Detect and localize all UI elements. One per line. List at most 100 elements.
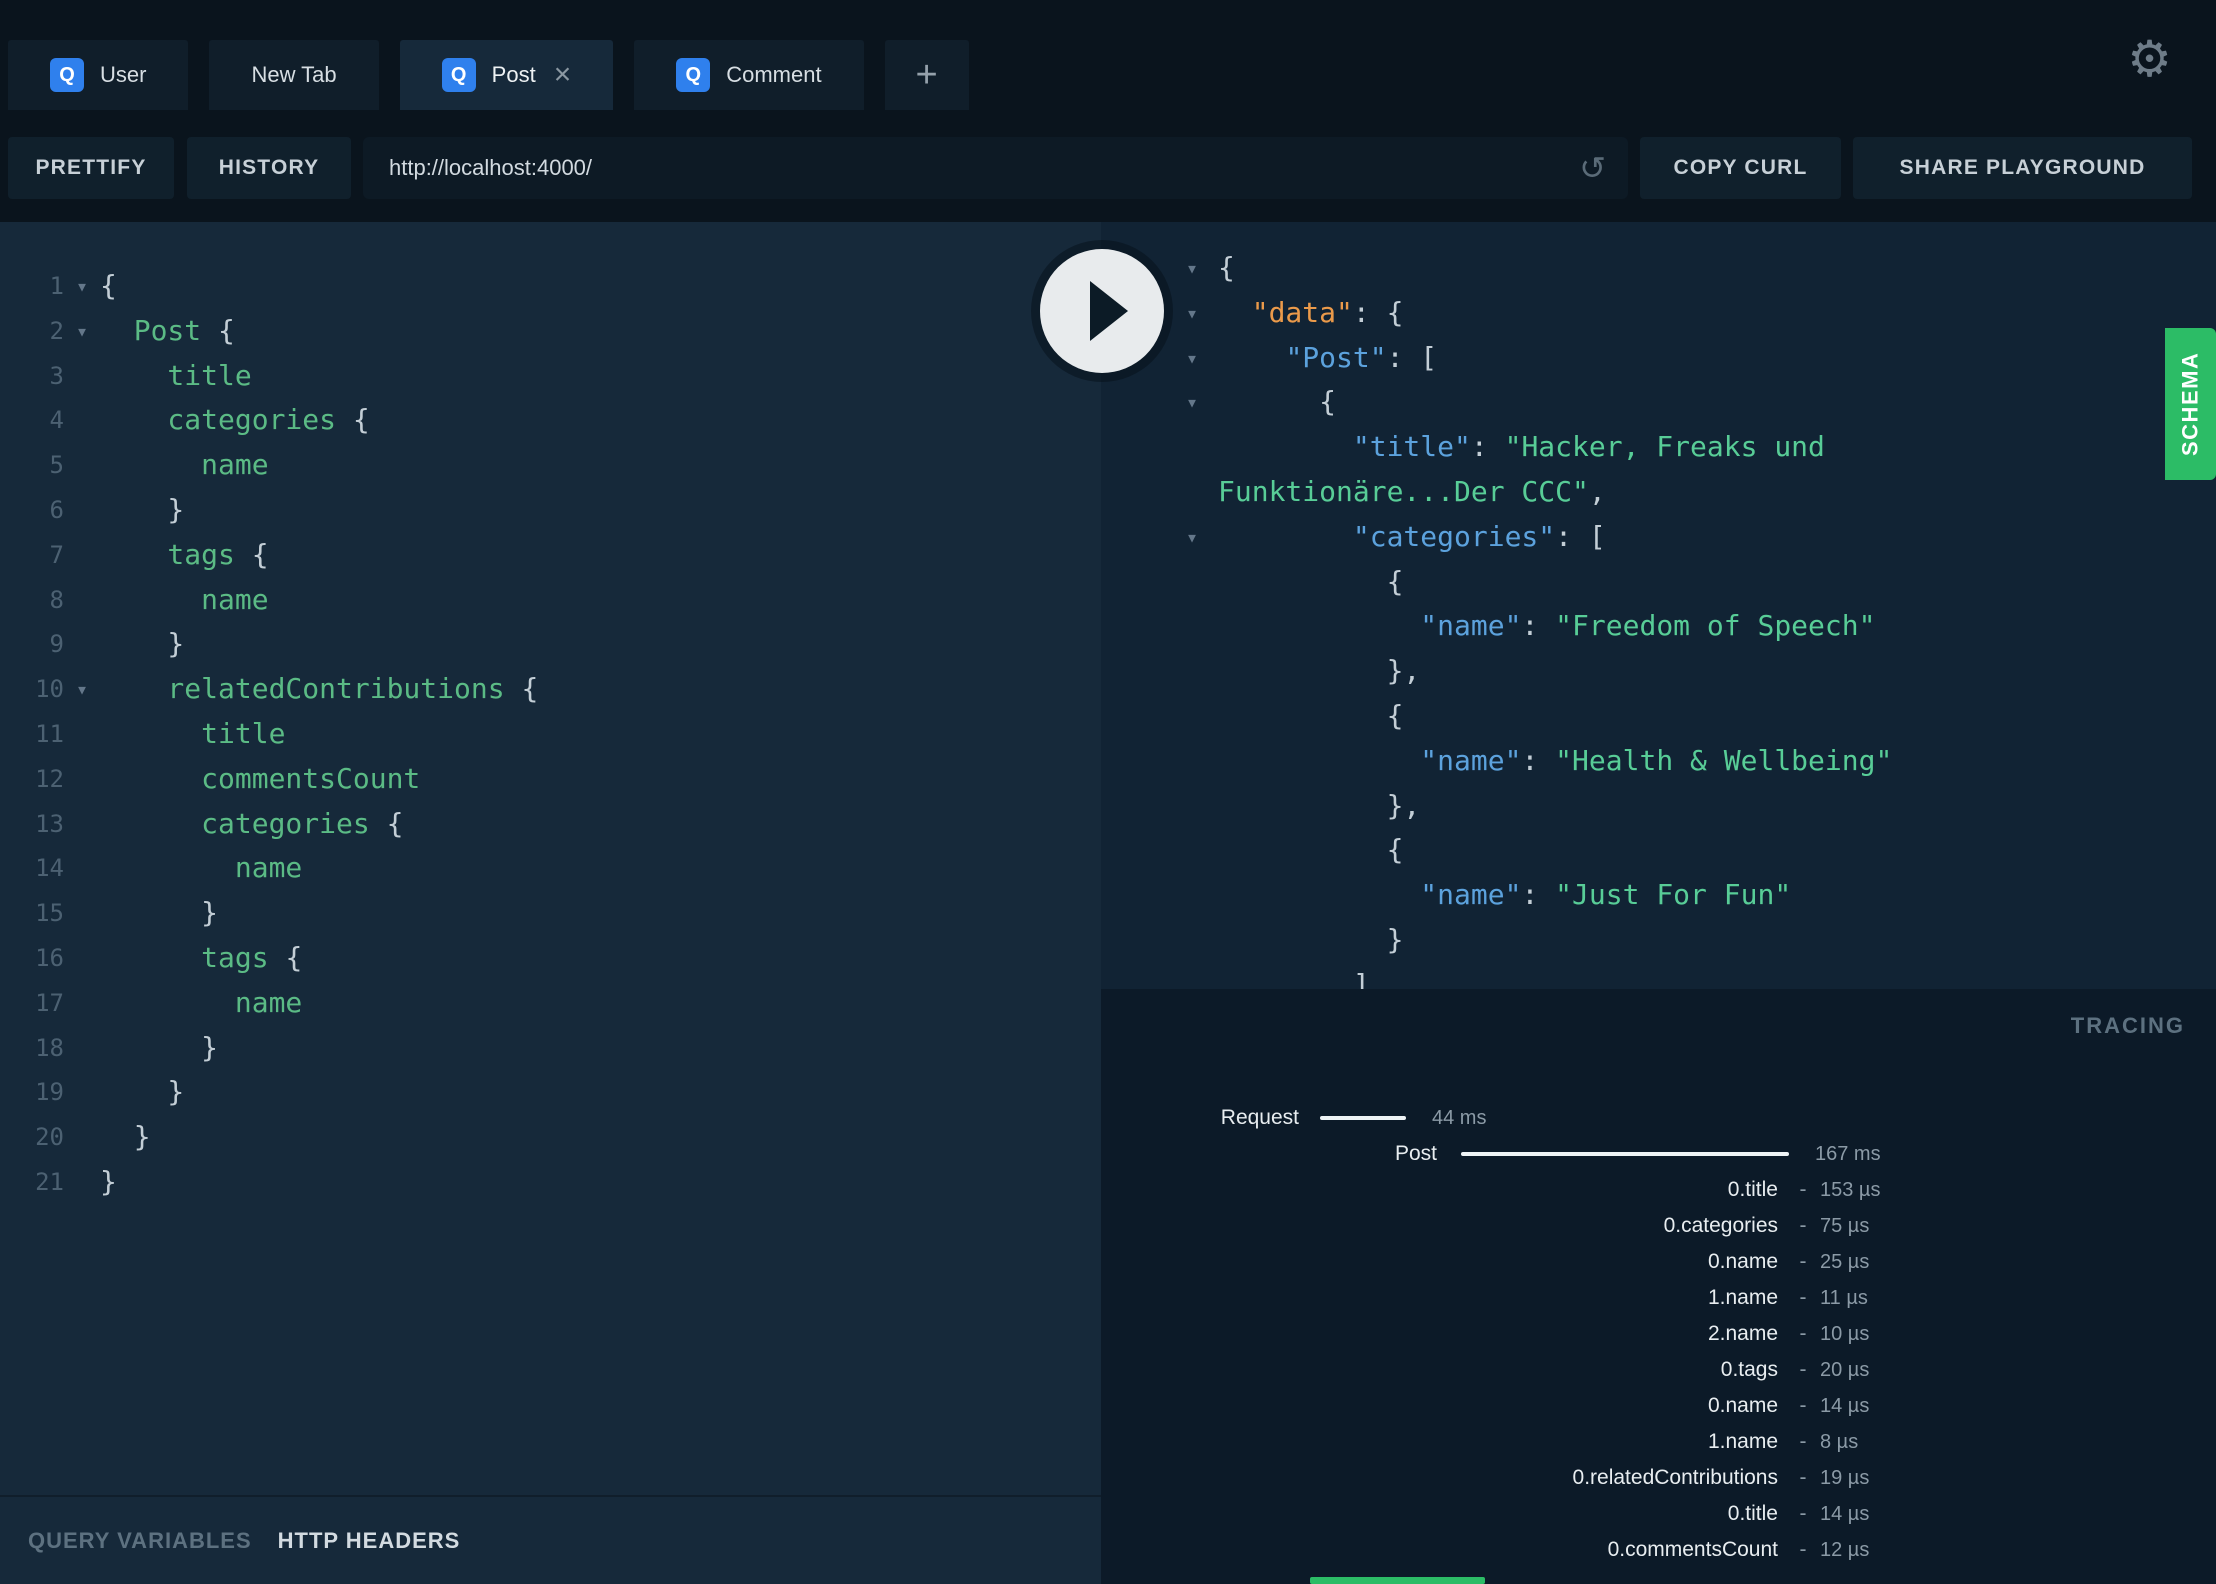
tracing-dash: - (1799, 1538, 1807, 1561)
tracing-time: 75 µs (1820, 1215, 1870, 1237)
tracing-label: 1.name (1707, 1430, 1778, 1453)
query-editor-line: 15 } (0, 891, 1101, 936)
tracing-time: 14 µs (1820, 1395, 1870, 1417)
response-line: Funktionäre...Der CCC", (1101, 470, 2216, 515)
share-playground-button[interactable]: SHARE PLAYGROUND (1853, 137, 2192, 199)
fold-arrow-icon[interactable]: ▾ (1186, 515, 1218, 560)
tracing-label: Post (1394, 1142, 1437, 1165)
tracing-row: 1.name -8 µs (1101, 1424, 2216, 1460)
query-editor-line: 1 ▾{ (0, 264, 1101, 309)
tracing-label: 0.title (1727, 1502, 1778, 1525)
response-line: "name": "Health & Wellbeing" (1101, 739, 2216, 784)
line-number: 2 (49, 316, 64, 345)
tab-label: New Tab (251, 62, 337, 87)
line-number: 17 (35, 988, 64, 1017)
code-text: "categories": [ (1352, 519, 1606, 553)
endpoint-url-bar: ↺ (363, 137, 1628, 199)
response-line: ▾ "categories": [ (1101, 515, 2216, 560)
tracing-row: Request 44 ms (1101, 1100, 2216, 1136)
line-number: 20 (35, 1123, 64, 1152)
line-number: 18 (35, 1033, 64, 1062)
code-text: } (100, 492, 185, 526)
line-number: 3 (49, 361, 64, 390)
tracing-time: 10 µs (1820, 1323, 1870, 1345)
tracing-row: 0.title -14 µs (1101, 1496, 2216, 1532)
code-text: { (100, 269, 117, 302)
line-number: 21 (35, 1167, 64, 1196)
tracing-row: Post 167 ms (1101, 1136, 2216, 1172)
query-editor[interactable]: 1 ▾{2 ▾ Post {3 title 4 categories {5 name 6… (0, 222, 1101, 1495)
fold-arrow-icon[interactable]: ▾ (1186, 336, 1218, 381)
tracing-label: 0.title (1727, 1178, 1778, 1201)
tracing-header[interactable]: TRACING (2071, 1013, 2185, 1039)
fold-arrow-icon[interactable]: ▾ (64, 264, 100, 309)
query-editor-line: 10 ▾ relatedContributions { (0, 667, 1101, 712)
new-tab-button[interactable]: + (884, 40, 969, 110)
tab-comment[interactable]: Q Comment (634, 40, 864, 110)
code-text: "name": "Just For Fun" (1420, 878, 1792, 912)
tab-new-tab[interactable]: New Tab (209, 40, 379, 110)
query-editor-line: 4 categories { (0, 398, 1101, 443)
code-text: name (100, 582, 269, 616)
fold-arrow-icon[interactable]: ▾ (64, 667, 100, 712)
query-badge-icon: Q (50, 58, 84, 92)
tracing-time: 25 µs (1820, 1251, 1870, 1273)
tracing-label: 0.name (1707, 1250, 1778, 1273)
tracing-label: 2.name (1707, 1322, 1778, 1345)
tracing-label: 0.tags (1720, 1358, 1778, 1381)
response-line: ▾{ (1101, 246, 2216, 291)
tracing-panel: TRACING Request 44 ms Post 167 ms 0.title -15… (1101, 989, 2216, 1584)
tab-user[interactable]: Q User (8, 40, 189, 110)
history-button[interactable]: HISTORY (187, 137, 351, 199)
tracing-time: 14 µs (1820, 1503, 1870, 1525)
code-text: "name": "Freedom of Speech" (1420, 609, 1876, 643)
query-badge-icon: Q (676, 58, 711, 92)
query-editor-line: 2 ▾ Post { (0, 309, 1101, 354)
fold-arrow-icon[interactable]: ▾ (1186, 291, 1218, 336)
line-number: 19 (35, 1078, 64, 1107)
query-editor-line: 6 } (0, 488, 1101, 533)
line-number: 10 (35, 675, 64, 704)
reload-icon[interactable]: ↺ (1579, 149, 1606, 187)
query-editor-line: 21} (0, 1160, 1101, 1205)
tracing-label: 1.name (1707, 1286, 1778, 1309)
line-number: 7 (49, 540, 64, 569)
query-editor-line: 18 } (0, 1026, 1101, 1071)
response-line: ▾ { (1101, 380, 2216, 425)
query-variables-toggle[interactable]: QUERY VARIABLES (28, 1528, 252, 1554)
query-editor-line: 19 } (0, 1070, 1101, 1115)
execute-play-button[interactable] (1040, 249, 1164, 373)
schema-tab[interactable]: SCHEMA (2165, 328, 2216, 480)
tab-post[interactable]: Q Post × (399, 40, 614, 110)
code-text: Funktionäre...Der CCC", (1218, 474, 1606, 508)
code-text: }, (1218, 654, 1421, 688)
fold-arrow-icon[interactable]: ▾ (1186, 246, 1218, 291)
prettify-button[interactable]: PRETTIFY (8, 137, 174, 199)
bottom-green-sliver (1310, 1577, 1485, 1584)
close-tab-icon[interactable]: × (554, 60, 572, 90)
code-text: relatedContributions { (100, 672, 539, 706)
response-line: } (1101, 918, 2216, 963)
tracing-dash: - (1799, 1250, 1807, 1273)
tracing-dash: - (1799, 1322, 1807, 1345)
fold-arrow-icon[interactable]: ▾ (1186, 380, 1218, 425)
http-headers-toggle[interactable]: HTTP HEADERS (278, 1528, 461, 1554)
fold-arrow-icon[interactable]: ▾ (64, 309, 100, 354)
code-text: } (100, 627, 185, 661)
line-number: 4 (49, 406, 64, 435)
endpoint-url-input[interactable] (363, 137, 1628, 199)
response-line: "title": "Hacker, Freaks und (1101, 425, 2216, 470)
copy-curl-button[interactable]: COPY CURL (1640, 137, 1841, 199)
settings-gear-icon[interactable]: ⚙ (2127, 34, 2172, 84)
